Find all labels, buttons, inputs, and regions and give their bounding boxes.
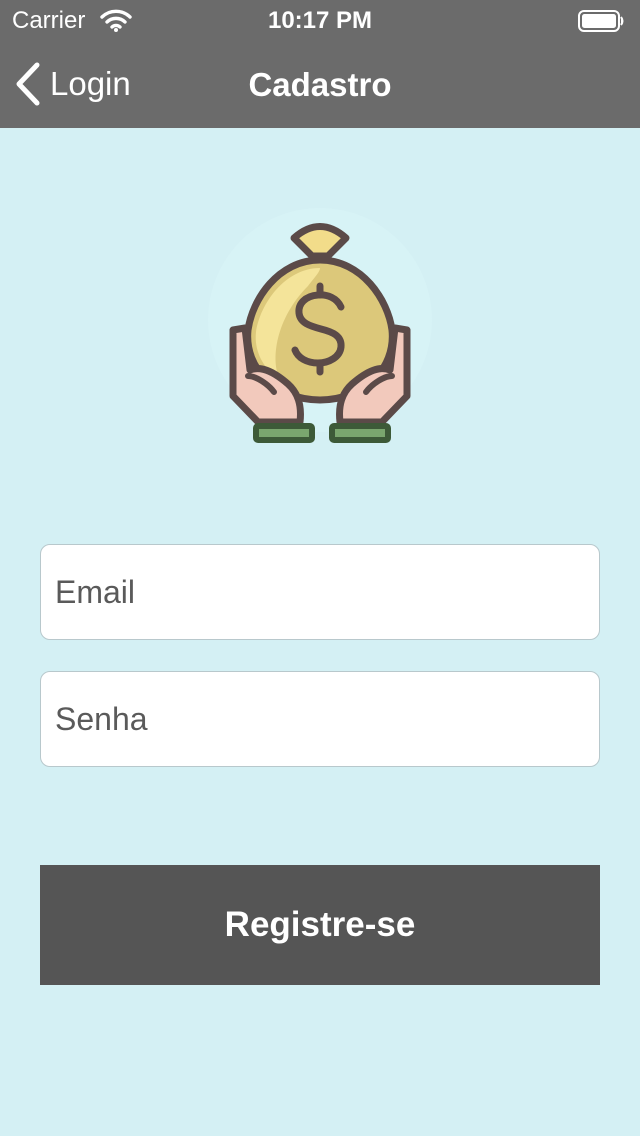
navigation-bar: Login Cadastro — [0, 40, 640, 128]
money-bag-in-hands-icon — [208, 208, 432, 443]
register-button[interactable]: Registre-se — [40, 865, 600, 985]
email-field[interactable] — [40, 544, 600, 640]
status-bar: Carrier 10:17 PM — [0, 0, 640, 40]
clock: 10:17 PM — [267, 7, 373, 34]
battery-icon — [578, 10, 624, 32]
page-title: Cadastro — [248, 66, 392, 103]
top-bar: Carrier 10:17 PM Login Cadastro — [0, 0, 640, 128]
password-field[interactable] — [40, 671, 600, 767]
